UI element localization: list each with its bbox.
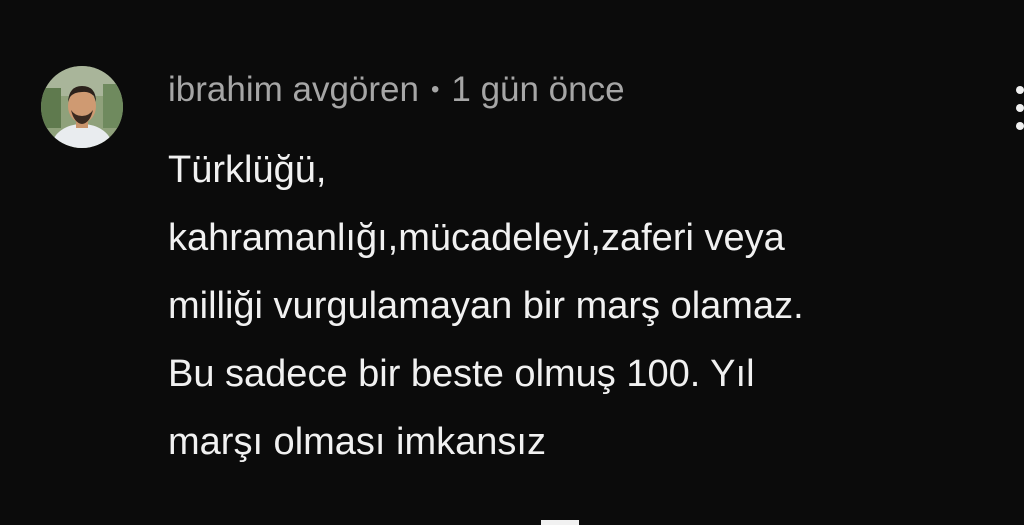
- comment-timestamp: 1 gün önce: [451, 70, 625, 109]
- comment-item: ibrahim avgören • 1 gün önce Türklüğü, k…: [0, 0, 1024, 525]
- avatar-image: [41, 66, 123, 148]
- meta-separator: •: [430, 76, 440, 103]
- comment-line: milliği vurgulamayan bir marş olamaz.: [168, 285, 804, 327]
- more-options-button[interactable]: [1008, 86, 1024, 130]
- more-vertical-icon-dot: [1016, 122, 1024, 130]
- comment-line: Türklüğü,: [168, 149, 327, 191]
- comment-meta: ibrahim avgören • 1 gün önce: [168, 70, 625, 110]
- next-element-fragment: [541, 520, 579, 525]
- comment-line: marşı olması imkansız: [168, 421, 546, 463]
- comment-line: Bu sadece bir beste olmuş 100. Yıl: [168, 353, 755, 395]
- more-vertical-icon: [1016, 86, 1024, 94]
- comment-line: kahramanlığı,mücadeleyi,zaferi veya: [168, 217, 785, 259]
- more-vertical-icon-dot: [1016, 104, 1024, 112]
- avatar[interactable]: [41, 66, 123, 148]
- author-name[interactable]: ibrahim avgören: [168, 70, 419, 110]
- comment-text: Türklüğü, kahramanlığı,mücadeleyi,zaferi…: [168, 136, 1013, 476]
